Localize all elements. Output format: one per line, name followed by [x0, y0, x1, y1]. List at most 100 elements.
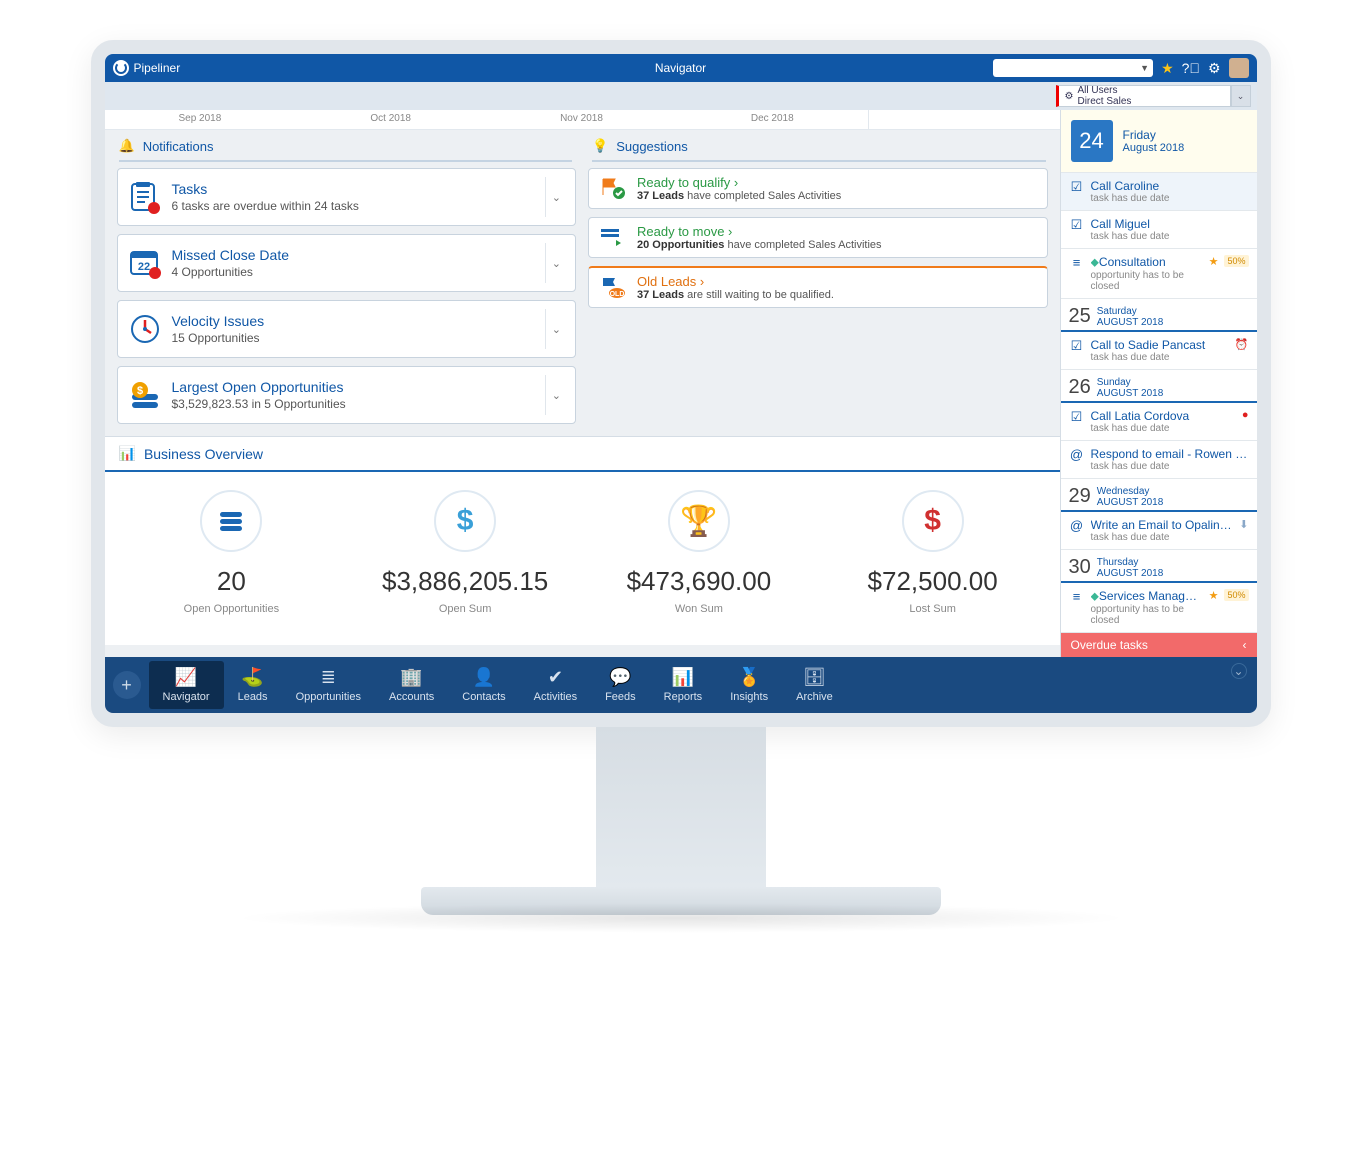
nav-feeds[interactable]: 💬Feeds — [591, 661, 650, 709]
help-icon[interactable]: ?⃝ — [1182, 60, 1200, 76]
calendar-item-icon: ☑ — [1069, 409, 1085, 425]
suggestion-subtitle: 37 Leads have completed Sales Activities — [637, 190, 841, 202]
timeline-month: Sep 2018 — [105, 110, 296, 129]
nav-icon: 🏢 — [400, 667, 422, 687]
nav-accounts[interactable]: 🏢 Accounts — [375, 661, 448, 709]
favorites-star-icon[interactable]: ★ — [1161, 60, 1174, 77]
notification-title: Tasks — [172, 181, 535, 197]
calendar-item[interactable]: ☑ Call Caroline task has due date — [1061, 173, 1257, 211]
chevron-left-icon: ‹ — [1243, 638, 1247, 652]
calendar-item[interactable]: ☑ Call Miguel task has due date — [1061, 211, 1257, 249]
filter-caret-icon[interactable]: ⌄ — [1231, 85, 1251, 107]
business-metric: $ $3,886,205.15 Open Sum — [348, 490, 582, 615]
collapse-nav-icon[interactable]: ⌄ — [1231, 663, 1247, 679]
calendar-item-title: Call Caroline — [1091, 179, 1249, 193]
metric-label: Open Opportunities — [115, 603, 349, 615]
nav-leads[interactable]: ⛳ Leads — [224, 661, 282, 709]
notification-icon: $ — [128, 378, 162, 412]
nav-navigator[interactable]: 📈Navigator — [149, 661, 224, 709]
user-avatar[interactable] — [1229, 58, 1249, 78]
metric-value: 20 — [115, 566, 349, 597]
calendar-item[interactable]: ≡ ⬥Services Management opportunity has t… — [1061, 583, 1257, 633]
lightbulb-icon: 💡 — [592, 138, 608, 154]
nav-activities[interactable]: ✔Activities — [520, 661, 591, 709]
suggestions-header: 💡 Suggestions — [592, 138, 1046, 162]
calendar-item-icon: ☑ — [1069, 179, 1085, 195]
add-button[interactable]: + — [113, 671, 141, 699]
timeline-blank — [868, 110, 1060, 129]
filter-gear-icon: ⚙ — [1065, 91, 1074, 102]
suggestion-title: Ready to qualify › — [637, 175, 841, 190]
nav-icon: 📈 — [175, 667, 197, 687]
metric-label: Lost Sum — [816, 603, 1050, 615]
nav-reports[interactable]: 📊Reports — [650, 661, 717, 709]
calendar-item[interactable]: ≡ ⬥Consultation opportunity has to be cl… — [1061, 249, 1257, 299]
notification-card[interactable]: 22 Missed Close Date 4 Opportunities ⌄ — [117, 234, 577, 292]
calendar-date-header: 29WednesdayAUGUST 2018 — [1061, 479, 1257, 512]
calendar-item-icon: ☑ — [1069, 338, 1085, 354]
timeline: Sep 2018 Oct 2018 Nov 2018 Dec 2018 — [105, 110, 1060, 130]
calendar-date-header: 30ThursdayAUGUST 2018 — [1061, 550, 1257, 583]
calendar-item-title: Call Miguel — [1091, 217, 1249, 231]
suggestion-card[interactable]: Ready to move › 20 Opportunities have co… — [588, 217, 1048, 258]
nav-icon: ✔ — [548, 667, 563, 687]
notification-card[interactable]: $ Largest Open Opportunities $3,529,823.… — [117, 366, 577, 424]
filter-selector[interactable]: ⚙ All Users Direct Sales — [1056, 85, 1231, 107]
nav-icon: 👤 — [473, 667, 495, 687]
bell-icon: 🔔 — [119, 138, 135, 154]
calendar-item-subtitle: opportunity has to be closed — [1091, 604, 1203, 626]
today-month: August 2018 — [1123, 142, 1185, 154]
nav-label: Leads — [238, 691, 268, 703]
overdue-tasks-bar[interactable]: Overdue tasks ‹ — [1061, 633, 1257, 657]
notification-card[interactable]: Tasks 6 tasks are overdue within 24 task… — [117, 168, 577, 226]
business-overview-header: 📊 Business Overview — [105, 436, 1060, 472]
nav-label: Accounts — [389, 691, 434, 703]
nav-contacts[interactable]: 👤 Contacts — [448, 661, 519, 709]
calendar-today: 24 Friday August 2018 — [1061, 110, 1257, 173]
nav-insights[interactable]: 🏅Insights — [716, 661, 782, 709]
nav-label: Archive — [796, 691, 833, 703]
today-day-number: 24 — [1071, 120, 1113, 162]
notification-icon — [128, 180, 162, 214]
search-input[interactable] — [997, 62, 1140, 74]
search-dropdown-caret-icon[interactable]: ▼ — [1140, 63, 1149, 73]
settings-gear-icon[interactable]: ⚙ — [1208, 60, 1221, 77]
notification-subtitle: 6 tasks are overdue within 24 tasks — [172, 199, 535, 213]
notification-subtitle: $3,529,823.53 in 5 Opportunities — [172, 397, 535, 411]
notification-card[interactable]: Velocity Issues 15 Opportunities ⌄ — [117, 300, 577, 358]
chevron-down-icon[interactable]: ⌄ — [545, 177, 567, 217]
nav-archive[interactable]: 🗄 Archive — [782, 661, 847, 709]
star-icon: ★ — [1209, 589, 1219, 602]
calendar-item-icon: @ — [1069, 518, 1085, 533]
search-input-wrap[interactable]: ▼ — [993, 59, 1153, 77]
nav-label: Contacts — [462, 691, 505, 703]
svg-text:22: 22 — [137, 261, 149, 273]
calendar-item-icon: ≡ — [1069, 589, 1085, 604]
alert-icon: ● — [1242, 409, 1249, 421]
suggestion-subtitle: 20 Opportunities have completed Sales Ac… — [637, 239, 882, 251]
calendar-item-icon: ≡ — [1069, 255, 1085, 270]
chevron-down-icon[interactable]: ⌄ — [545, 243, 567, 283]
suggestion-subtitle: 37 Leads are still waiting to be qualifi… — [637, 289, 834, 301]
chevron-down-icon[interactable]: ⌄ — [545, 309, 567, 349]
notification-title: Missed Close Date — [172, 247, 535, 263]
suggestion-card[interactable]: OLD Old Leads › 37 Leads are still waiti… — [588, 266, 1048, 308]
nav-opportunities[interactable]: ≣Opportunities — [282, 661, 375, 709]
bottom-nav: + 📈Navigator ⛳ Leads ≣Opportunities 🏢 Account… — [105, 657, 1257, 713]
calendar-item[interactable]: @ Respond to email - Rowen Wilders… task… — [1061, 441, 1257, 479]
suggestion-icon — [599, 226, 627, 250]
chevron-down-icon[interactable]: ⌄ — [545, 375, 567, 415]
suggestion-card[interactable]: Ready to qualify › 37 Leads have complet… — [588, 168, 1048, 209]
nav-icon: ⛳ — [241, 667, 263, 687]
calendar-item-subtitle: task has due date — [1091, 423, 1236, 434]
clock-icon: ⏰ — [1235, 338, 1249, 351]
metric-label: Won Sum — [582, 603, 816, 615]
calendar-item[interactable]: ☑ Call to Sadie Pancast task has due dat… — [1061, 332, 1257, 370]
business-metric: $ $72,500.00 Lost Sum — [816, 490, 1050, 615]
calendar-item-title: Respond to email - Rowen Wilders… — [1091, 447, 1249, 461]
calendar-item-subtitle: task has due date — [1091, 532, 1234, 543]
nav-icon: 🗄 — [803, 667, 826, 687]
calendar-sidebar: 24 Friday August 2018 ☑ Call Caroline ta… — [1060, 110, 1257, 657]
calendar-item[interactable]: @ Write an Email to Opaline Gravy task h… — [1061, 512, 1257, 550]
calendar-item[interactable]: ☑ Call Latia Cordova task has due date ● — [1061, 403, 1257, 441]
